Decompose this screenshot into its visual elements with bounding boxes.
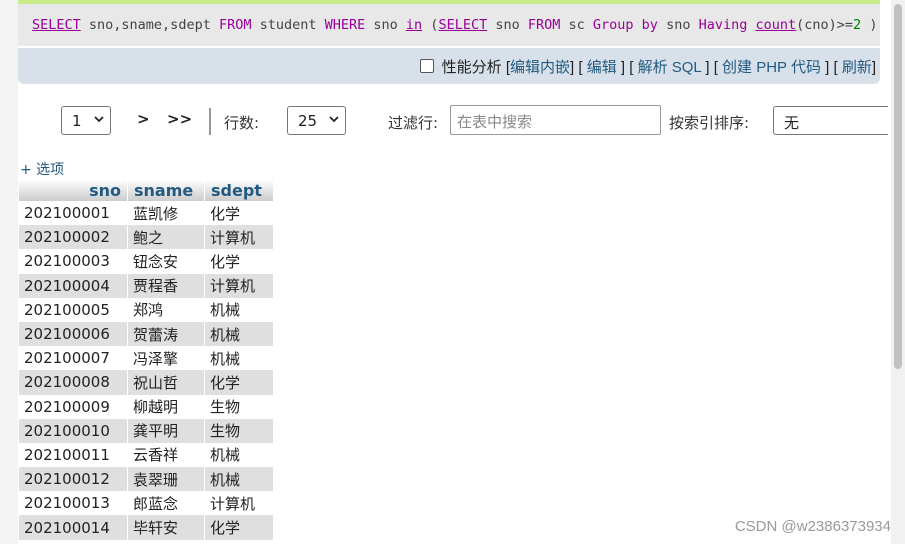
cell-sdept: 生物 [204, 418, 274, 443]
cell-sname: 毕轩安 [127, 515, 205, 540]
cell-sname: 贾程香 [127, 273, 205, 298]
cell-sname: 郑鸿 [127, 297, 205, 322]
cell-sno: 202100001 [19, 201, 128, 226]
column-header-sname[interactable]: sname [127, 179, 205, 201]
cell-sdept: 计算机 [204, 491, 274, 516]
chevron-down-icon [94, 116, 104, 123]
sort-by-index-label: 按索引排序: [669, 114, 750, 132]
cell-sdept: 机械 [204, 442, 274, 468]
filter-input[interactable]: 在表中搜索 [450, 105, 661, 135]
table-row[interactable]: 202100009 柳越明 生物 [19, 394, 274, 419]
cell-sdept: 机械 [204, 297, 274, 322]
sql-query-text: SELECT sno,sname,sdept FROM student WHER… [32, 17, 878, 33]
table-row[interactable]: 202100002 鲍之 计算机 [19, 225, 274, 250]
table-row[interactable]: 202100013 郎蓝念 计算机 [19, 491, 274, 516]
cell-sname: 龚平明 [127, 418, 205, 443]
chevron-down-icon [329, 116, 339, 123]
watermark: CSDN @w2386373934 [734, 518, 891, 535]
cell-sname: 祝山哲 [127, 370, 205, 395]
cell-sdept: 计算机 [204, 273, 274, 298]
rows-select-value: 25 [298, 112, 318, 130]
edit-link[interactable]: 编辑 [587, 59, 617, 76]
cell-sno: 202100008 [19, 370, 128, 395]
cell-sno: 202100007 [19, 346, 128, 371]
table-row[interactable]: 202100011 云香祥 机械 [19, 442, 274, 468]
sort-by-index-select[interactable]: 无 [773, 106, 888, 135]
cell-sno: 202100002 [19, 225, 128, 250]
filter-placeholder: 在表中搜索 [457, 113, 533, 131]
next-page-button[interactable]: > [137, 110, 150, 128]
table-row[interactable]: 202100003 钮念安 化学 [19, 249, 274, 274]
create-php-code-link[interactable]: 创建 PHP 代码 [722, 59, 821, 76]
cell-sname: 袁翠珊 [127, 467, 205, 492]
refresh-link[interactable]: 刷新 [842, 59, 872, 76]
results-table: sno sname sdept 202100001 蓝凯修 化学 202100002… [19, 179, 274, 540]
table-row[interactable]: 202100008 祝山哲 化学 [19, 370, 274, 395]
table-header-row: sno sname sdept [19, 179, 274, 201]
scrollbar-thumb[interactable] [894, 4, 902, 369]
explain-sql-link[interactable]: 解析 SQL [638, 59, 702, 76]
rows-select[interactable]: 25 [287, 106, 346, 135]
table-row[interactable]: 202100007 冯泽擎 机械 [19, 346, 274, 371]
cell-sdept: 化学 [204, 370, 274, 395]
vertical-scrollbar[interactable] [891, 0, 905, 544]
cell-sdept: 机械 [204, 467, 274, 492]
nav-divider [209, 108, 211, 135]
table-row[interactable]: 202100010 龚平明 生物 [19, 418, 274, 443]
sql-query-box: SELECT sno,sname,sdept FROM student WHER… [18, 0, 880, 46]
page-select-value: 1 [72, 112, 82, 130]
table-row[interactable]: 202100001 蓝凯修 化学 [19, 201, 274, 226]
cell-sname: 冯泽擎 [127, 346, 205, 371]
cell-sdept: 计算机 [204, 225, 274, 250]
cell-sname: 郎蓝念 [127, 491, 205, 516]
profiling-label: 性能分析 [441, 59, 502, 76]
cell-sno: 202100004 [19, 273, 128, 298]
cell-sno: 202100010 [19, 418, 128, 443]
column-header-sno[interactable]: sno [19, 179, 128, 201]
cell-sdept: 化学 [204, 515, 274, 540]
last-page-button[interactable]: >> [167, 110, 192, 128]
filter-label: 过滤行: [388, 114, 439, 132]
options-link[interactable]: + 选项 [20, 159, 64, 179]
cell-sno: 202100012 [19, 467, 128, 492]
cell-sno: 202100009 [19, 394, 128, 419]
sort-select-value: 无 [784, 114, 800, 132]
column-header-sdept[interactable]: sdept [204, 179, 274, 201]
table-row[interactable]: 202100006 贺蕾涛 机械 [19, 321, 274, 347]
cell-sname: 柳越明 [127, 394, 205, 419]
cell-sname: 贺蕾涛 [127, 321, 205, 347]
table-row[interactable]: 202100005 郑鸿 机械 [19, 297, 274, 322]
table-row[interactable]: 202100014 毕轩安 化学 [19, 515, 274, 540]
cell-sno: 202100003 [19, 249, 128, 274]
cell-sno: 202100005 [19, 297, 128, 322]
table-row[interactable]: 202100012 袁翠珊 机械 [19, 467, 274, 492]
cell-sdept: 机械 [204, 321, 274, 347]
cell-sname: 钮念安 [127, 249, 205, 274]
edit-inline-link[interactable]: 编辑内嵌 [510, 59, 570, 76]
cell-sdept: 化学 [204, 249, 274, 274]
left-rail [0, 0, 18, 544]
cell-sname: 鲍之 [127, 225, 205, 250]
cell-sno: 202100014 [19, 515, 128, 540]
cell-sname: 云香祥 [127, 442, 205, 468]
cell-sdept: 化学 [204, 201, 274, 226]
page-select[interactable]: 1 [61, 106, 111, 135]
cell-sno: 202100013 [19, 491, 128, 516]
cell-sdept: 生物 [204, 394, 274, 419]
cell-sno: 202100006 [19, 321, 128, 347]
cell-sno: 202100011 [19, 442, 128, 468]
rows-label: 行数: [224, 114, 260, 132]
table-row[interactable]: 202100004 贾程香 计算机 [19, 273, 274, 298]
cell-sdept: 机械 [204, 346, 274, 371]
cell-sname: 蓝凯修 [127, 201, 205, 226]
query-toolbar: 性能分析 [编辑内嵌] [ 编辑 ] [ 解析 SQL ] [ 创建 PHP 代… [18, 48, 880, 84]
profiling-checkbox[interactable] [419, 59, 434, 73]
